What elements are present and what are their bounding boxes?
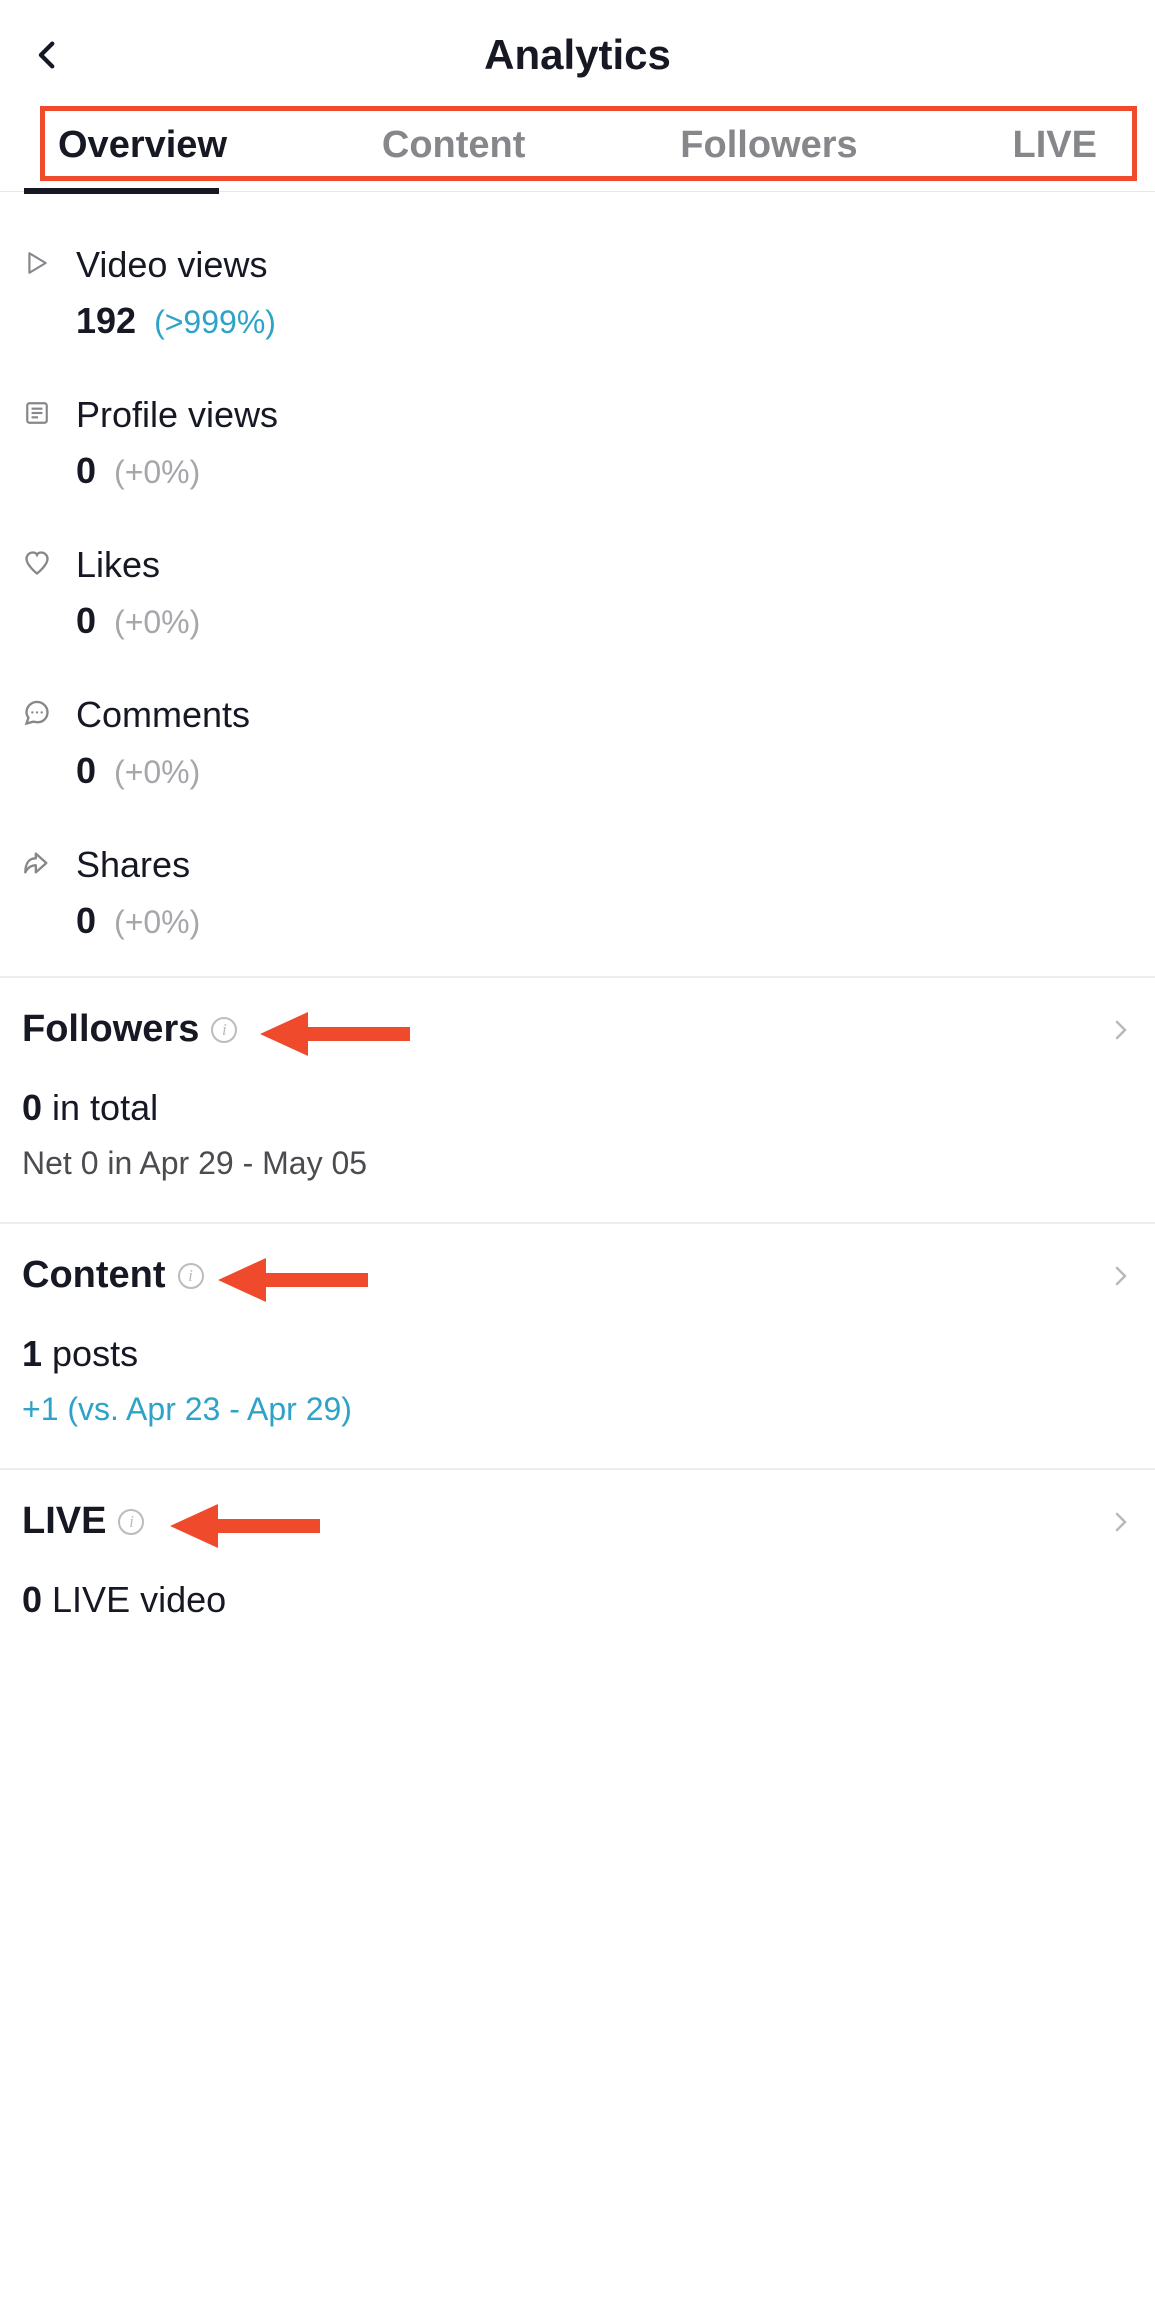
share-icon xyxy=(22,848,52,878)
heart-icon xyxy=(22,548,52,578)
comment-icon xyxy=(22,698,52,728)
content-compare: +1 (vs. Apr 23 - Apr 29) xyxy=(22,1391,1133,1428)
metric-delta: (+0%) xyxy=(114,454,200,491)
section-title: Followers xyxy=(22,1008,199,1051)
metric-value: 192 xyxy=(76,300,136,342)
metric-value: 0 xyxy=(76,600,96,642)
tab-followers[interactable]: Followers xyxy=(680,124,857,171)
tabs-container: Overview Content Followers LIVE xyxy=(0,100,1155,192)
tab-overview[interactable]: Overview xyxy=(58,124,227,171)
live-video-count: 0 LIVE video xyxy=(22,1579,1133,1621)
metric-label: Shares xyxy=(76,844,1133,886)
content-posts: 1 posts xyxy=(22,1333,1133,1375)
metric-comments: Comments 0 (+0%) xyxy=(22,676,1133,826)
metric-label: Likes xyxy=(76,544,1133,586)
section-followers: Followers i 0 in total Net 0 in Apr 29 -… xyxy=(0,976,1155,1222)
chevron-right-icon xyxy=(1109,1018,1133,1042)
section-content: Content i 1 posts +1 (vs. Apr 23 - Apr 2… xyxy=(0,1222,1155,1468)
metric-delta: (>999%) xyxy=(154,304,276,341)
metric-delta: (+0%) xyxy=(114,904,200,941)
tabs: Overview Content Followers LIVE xyxy=(0,100,1155,191)
section-title: LIVE xyxy=(22,1500,106,1543)
metrics-list: Video views 192 (>999%) Profile views 0 … xyxy=(0,192,1155,976)
section-header-followers[interactable]: Followers i xyxy=(22,1008,1133,1051)
metric-shares: Shares 0 (+0%) xyxy=(22,826,1133,976)
chevron-left-icon xyxy=(31,38,65,72)
followers-total: 0 in total xyxy=(22,1087,1133,1129)
metric-label: Profile views xyxy=(76,394,1133,436)
chevron-right-icon xyxy=(1109,1510,1133,1534)
info-icon[interactable]: i xyxy=(178,1263,204,1289)
metric-likes: Likes 0 (+0%) xyxy=(22,526,1133,676)
metric-value: 0 xyxy=(76,900,96,942)
section-live: LIVE i 0 LIVE video xyxy=(0,1468,1155,1677)
followers-net: Net 0 in Apr 29 - May 05 xyxy=(22,1145,1133,1182)
section-header-live[interactable]: LIVE i xyxy=(22,1500,1133,1543)
page-title: Analytics xyxy=(484,31,671,79)
tab-live[interactable]: LIVE xyxy=(1013,124,1097,171)
app-header: Analytics xyxy=(0,0,1155,100)
play-icon xyxy=(22,248,52,278)
metric-video-views: Video views 192 (>999%) xyxy=(22,226,1133,376)
tab-content[interactable]: Content xyxy=(382,124,526,171)
back-button[interactable] xyxy=(28,35,68,75)
metric-delta: (+0%) xyxy=(114,604,200,641)
metric-value: 0 xyxy=(76,450,96,492)
metric-value: 0 xyxy=(76,750,96,792)
profile-icon xyxy=(22,398,52,428)
metric-label: Comments xyxy=(76,694,1133,736)
metric-label: Video views xyxy=(76,244,1133,286)
chevron-right-icon xyxy=(1109,1264,1133,1288)
active-tab-underline xyxy=(24,188,219,194)
metric-profile-views: Profile views 0 (+0%) xyxy=(22,376,1133,526)
metric-delta: (+0%) xyxy=(114,754,200,791)
info-icon[interactable]: i xyxy=(118,1509,144,1535)
section-header-content[interactable]: Content i xyxy=(22,1254,1133,1297)
section-title: Content xyxy=(22,1254,166,1297)
info-icon[interactable]: i xyxy=(211,1017,237,1043)
